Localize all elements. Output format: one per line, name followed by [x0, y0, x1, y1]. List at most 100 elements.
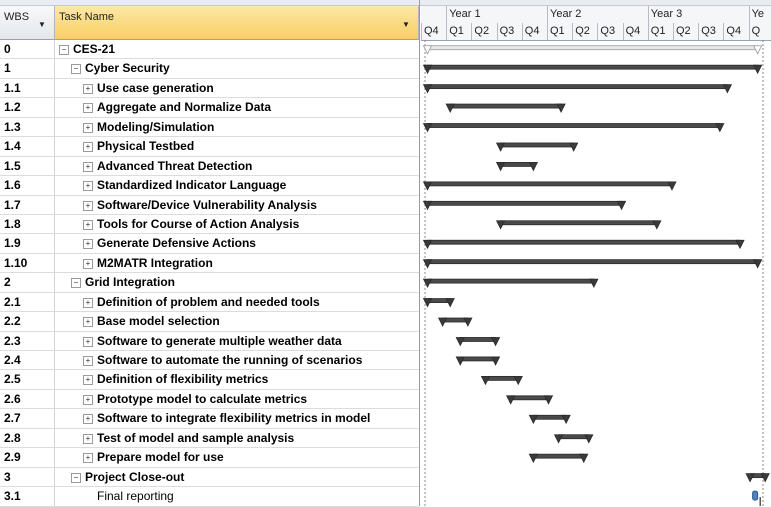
- task-row[interactable]: 2.7 + Software to integrate flexibility me…: [0, 409, 419, 429]
- wbs-cell[interactable]: 1.3: [0, 117, 55, 137]
- expand-icon[interactable]: +: [83, 394, 93, 405]
- wbs-cell[interactable]: 2.3: [0, 331, 55, 350]
- expand-icon[interactable]: +: [83, 83, 93, 94]
- summary-bar[interactable]: [422, 278, 599, 289]
- task-name-cell[interactable]: + Modeling/Simulation: [55, 118, 419, 136]
- task-name-cell[interactable]: + Aggregate and Normalize Data: [55, 98, 419, 116]
- expand-icon[interactable]: +: [83, 219, 93, 230]
- wbs-cell[interactable]: 2: [0, 273, 55, 292]
- expand-icon[interactable]: +: [83, 161, 93, 172]
- expand-icon[interactable]: +: [83, 433, 93, 444]
- summary-bar[interactable]: [422, 123, 725, 133]
- summary-bar[interactable]: [495, 220, 662, 230]
- collapse-icon[interactable]: −: [59, 45, 69, 55]
- task-row[interactable]: 2.9 + Prepare model for use: [0, 448, 419, 468]
- expand-icon[interactable]: +: [83, 200, 93, 211]
- expand-icon[interactable]: +: [83, 453, 93, 464]
- wbs-cell[interactable]: 2.7: [0, 409, 55, 428]
- task-name-cell[interactable]: + Software to generate multiple weather d…: [55, 332, 419, 350]
- wbs-cell[interactable]: 2.1: [0, 292, 55, 312]
- task-name-cell[interactable]: + Test of model and sample analysis: [55, 429, 419, 447]
- wbs-cell[interactable]: 1.7: [0, 195, 55, 214]
- task-name-cell[interactable]: + Definition of flexibility metrics: [55, 370, 419, 388]
- expand-icon[interactable]: +: [83, 375, 93, 386]
- summary-bar[interactable]: [422, 84, 733, 94]
- summary-bar[interactable]: [422, 298, 455, 308]
- summary-bar[interactable]: [455, 356, 501, 366]
- summary-bar[interactable]: [437, 317, 473, 327]
- wbs-cell[interactable]: 3.1: [0, 487, 55, 506]
- task-row[interactable]: 2.6 + Prototype model to calculate metrics: [0, 389, 419, 410]
- task-row[interactable]: 1.2 + Aggregate and Normalize Data: [0, 98, 419, 118]
- wbs-cell[interactable]: 1.4: [0, 137, 55, 156]
- task-name-cell[interactable]: + Base model selection: [55, 312, 419, 330]
- task-name-cell[interactable]: + Physical Testbed: [55, 137, 419, 155]
- wbs-cell[interactable]: 1.10: [0, 253, 55, 273]
- task-name-cell[interactable]: Final reporting: [55, 487, 419, 505]
- task-name-cell[interactable]: + Software to automate the running of sce…: [55, 351, 419, 369]
- task-row[interactable]: 1.10 + M2MATR Integration: [0, 253, 419, 274]
- wbs-cell[interactable]: 1.5: [0, 156, 55, 176]
- task-name-cell[interactable]: + Definition of problem and needed tools: [55, 293, 419, 311]
- task-name-cell[interactable]: + Advanced Threat Detection: [55, 157, 419, 175]
- summary-bar[interactable]: [506, 395, 554, 405]
- task-name-cell[interactable]: − Project Close-out: [55, 468, 419, 486]
- task-row[interactable]: 1− Cyber Security: [0, 59, 419, 79]
- task-row[interactable]: 1.9 + Generate Defensive Actions: [0, 234, 419, 254]
- task-row[interactable]: 3.1 Final reporting: [0, 487, 419, 507]
- wbs-cell[interactable]: 1.1: [0, 78, 55, 98]
- task-name-cell[interactable]: + Tools for Course of Action Analysis: [55, 215, 419, 233]
- expand-icon[interactable]: +: [83, 297, 93, 308]
- wbs-cell[interactable]: 0: [0, 40, 55, 59]
- task-row[interactable]: 2.8 + Test of model and sample analysis: [0, 428, 419, 449]
- summary-bar[interactable]: [422, 239, 745, 250]
- summary-bar[interactable]: [422, 45, 763, 55]
- wbs-cell[interactable]: 2.9: [0, 448, 55, 467]
- summary-bar[interactable]: [455, 337, 501, 347]
- task-row[interactable]: 1.3 + Modeling/Simulation: [0, 117, 419, 138]
- summary-bar[interactable]: [422, 64, 763, 75]
- task-row[interactable]: 2− Grid Integration: [0, 273, 419, 293]
- summary-bar[interactable]: [445, 103, 566, 113]
- summary-bar[interactable]: [422, 181, 677, 191]
- wbs-cell[interactable]: 2.8: [0, 428, 55, 448]
- summary-bar[interactable]: [528, 453, 589, 464]
- task-name-cell[interactable]: + Use case generation: [55, 79, 419, 97]
- expand-icon[interactable]: +: [83, 414, 93, 425]
- task-row[interactable]: 1.8 + Tools for Course of Action Analysis: [0, 214, 419, 235]
- summary-bar[interactable]: [495, 162, 539, 172]
- task-name-cell[interactable]: + Prototype model to calculate metrics: [55, 390, 419, 408]
- task-name-cell[interactable]: + Prepare model for use: [55, 448, 419, 466]
- task-row[interactable]: 2.3 + Software to generate multiple weathe…: [0, 331, 419, 351]
- expand-icon[interactable]: +: [83, 103, 93, 114]
- filter-arrow-icon[interactable]: ▼: [38, 20, 46, 29]
- summary-bar[interactable]: [495, 142, 579, 152]
- wbs-cell[interactable]: 2.6: [0, 389, 55, 409]
- column-header-task-name[interactable]: Task Name ▼: [55, 6, 419, 40]
- task-name-cell[interactable]: + Software/Device Vulnerability Analysis: [55, 196, 419, 214]
- expand-icon[interactable]: +: [83, 258, 93, 269]
- task-row[interactable]: 3− Project Close-out: [0, 467, 419, 488]
- task-name-cell[interactable]: + Software to integrate flexibility metri…: [55, 409, 419, 427]
- task-name-cell[interactable]: − Grid Integration: [55, 273, 419, 291]
- column-header-wbs[interactable]: WBS ▼: [0, 6, 55, 40]
- task-row[interactable]: 1.5 + Advanced Threat Detection: [0, 156, 419, 177]
- summary-bar[interactable]: [745, 473, 770, 483]
- wbs-cell[interactable]: 3: [0, 467, 55, 487]
- expand-icon[interactable]: +: [83, 356, 93, 366]
- wbs-cell[interactable]: 1.2: [0, 98, 55, 117]
- task-bar[interactable]: [752, 490, 759, 501]
- summary-bar[interactable]: [422, 200, 627, 211]
- wbs-cell[interactable]: 1.8: [0, 214, 55, 234]
- wbs-cell[interactable]: 2.4: [0, 351, 55, 370]
- summary-bar[interactable]: [422, 259, 763, 269]
- task-name-cell[interactable]: + Generate Defensive Actions: [55, 234, 419, 252]
- task-row[interactable]: 2.4 + Software to automate the running of …: [0, 351, 419, 371]
- task-row[interactable]: 0− CES-21: [0, 40, 419, 60]
- expand-icon[interactable]: +: [83, 239, 93, 250]
- task-name-cell[interactable]: − CES-21: [55, 40, 419, 58]
- wbs-cell[interactable]: 2.2: [0, 312, 55, 331]
- expand-icon[interactable]: +: [83, 317, 93, 328]
- wbs-cell[interactable]: 1.6: [0, 176, 55, 195]
- filter-arrow-icon[interactable]: ▼: [402, 20, 410, 29]
